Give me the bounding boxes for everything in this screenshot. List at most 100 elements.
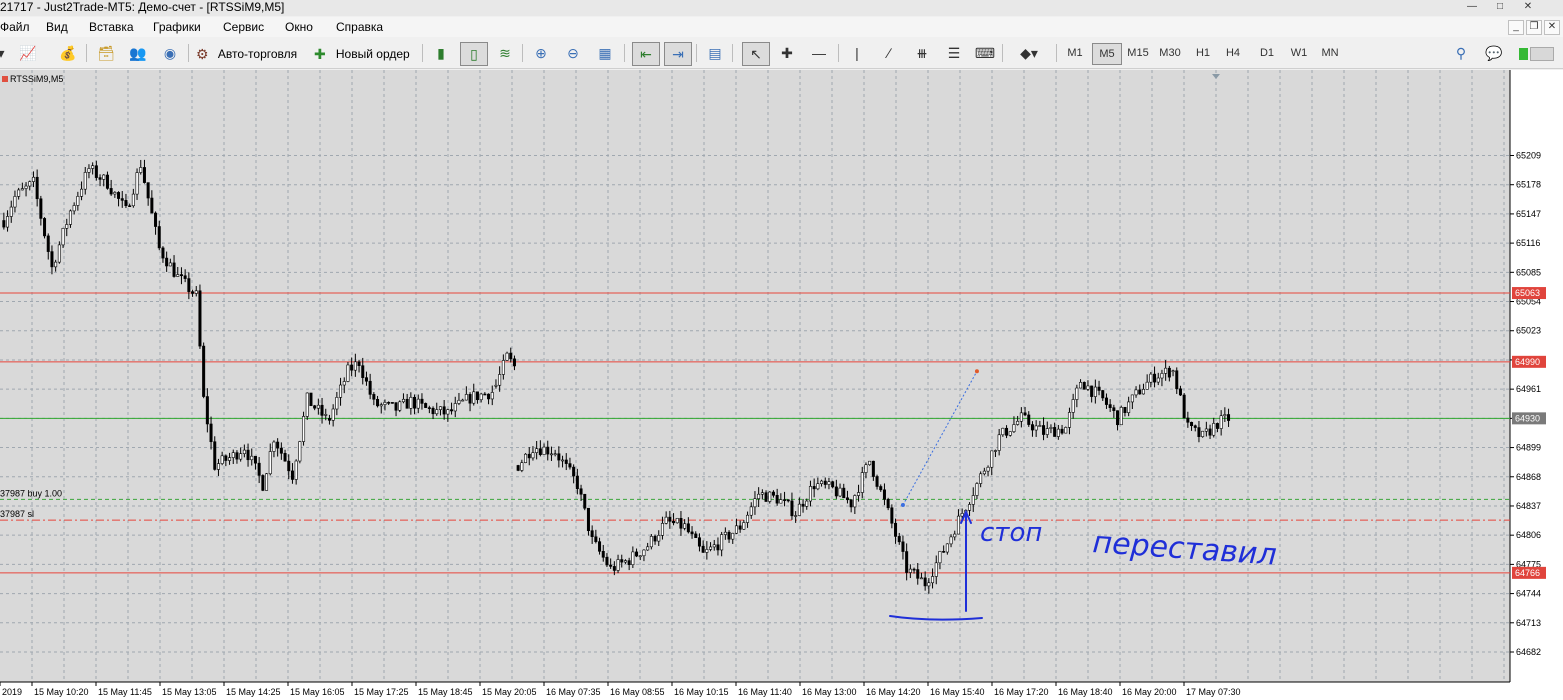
mdi-close-icon[interactable]: ✕: [1544, 20, 1560, 35]
candle-body: [165, 257, 169, 267]
time-tick-label: 15 May 18:45: [418, 687, 473, 697]
candle-body: [575, 475, 579, 490]
autotrade-button[interactable]: ⚙ Авто-торговля: [196, 42, 306, 64]
chart-area[interactable]: [0, 70, 1510, 682]
horizontal-line-icon[interactable]: —: [808, 42, 830, 64]
data-window-icon[interactable]: 🗃: [94, 42, 118, 64]
candle-body: [213, 441, 217, 470]
shapes-dropdown-icon[interactable]: ◆▾: [1010, 42, 1048, 64]
candle-body: [179, 274, 183, 277]
timeframe-m15[interactable]: M15: [1126, 43, 1150, 63]
candle-body: [50, 251, 54, 268]
close-icon[interactable]: ✕: [1521, 1, 1535, 13]
order-line-label: 37987 buy 1.00: [0, 488, 62, 498]
trendline-icon[interactable]: ∕: [878, 42, 900, 64]
channel-icon[interactable]: ⧻: [910, 42, 934, 64]
timeframe-m5[interactable]: M5: [1092, 43, 1122, 65]
candle-body: [168, 262, 172, 267]
menu-window[interactable]: Окно: [285, 19, 313, 35]
candle-body: [1112, 407, 1116, 411]
candle-body: [94, 165, 98, 178]
candlestick-chart-icon[interactable]: ▯: [460, 42, 488, 66]
toolbar-separator: [696, 44, 697, 62]
mdi-minimize-icon[interactable]: _: [1508, 20, 1524, 35]
candle-body: [394, 402, 398, 411]
new-order-button[interactable]: ✚ Новый ордер: [314, 42, 416, 64]
candle-body: [1042, 425, 1046, 435]
zoom-out-icon[interactable]: ⊖: [562, 42, 584, 64]
mdi-restore-icon[interactable]: ❐: [1526, 20, 1542, 35]
candle-body: [649, 536, 653, 548]
timeframe-m1[interactable]: M1: [1064, 43, 1086, 63]
candle-body: [209, 423, 213, 443]
menu-view[interactable]: Вид: [46, 19, 68, 35]
candle-body: [1008, 431, 1012, 436]
chat-icon[interactable]: 💬: [1482, 42, 1506, 64]
maximize-icon[interactable]: □: [1493, 1, 1507, 13]
crosshair-icon[interactable]: ✚: [776, 42, 798, 64]
price-tick-label: 64682: [1516, 647, 1541, 657]
candle-body: [1212, 423, 1216, 436]
candle-body: [1067, 412, 1071, 428]
candle-body: [142, 167, 146, 183]
candle-body: [598, 541, 602, 552]
timeframe-h1[interactable]: H1: [1192, 43, 1214, 63]
candle-body: [1101, 390, 1105, 399]
market-watch-icon[interactable]: 💰: [56, 42, 80, 64]
candle-body: [68, 210, 72, 225]
price-tick-label: 65178: [1516, 180, 1541, 190]
menu-tools[interactable]: Сервис: [223, 19, 264, 35]
timeframe-h4[interactable]: H4: [1222, 43, 1244, 63]
candle-body: [1086, 385, 1090, 390]
fibonacci-icon[interactable]: ☰: [942, 42, 966, 64]
menu-charts[interactable]: Графики: [153, 19, 201, 35]
vertical-line-icon[interactable]: |: [846, 42, 868, 64]
candle-body: [483, 393, 487, 396]
candle-body: [853, 495, 857, 508]
timeframe-mn[interactable]: MN: [1318, 43, 1342, 63]
candle-body: [350, 364, 354, 371]
candle-body: [542, 446, 546, 455]
candle-body: [897, 536, 901, 543]
tile-windows-icon[interactable]: ▦: [594, 42, 616, 64]
dropdown-arrow-icon[interactable]: ▾: [0, 42, 8, 64]
candle-body: [135, 172, 139, 195]
indicators-icon[interactable]: ▤: [704, 42, 726, 64]
price-badge-label: 64990: [1515, 357, 1540, 367]
auto-scroll-icon[interactable]: ⇤: [632, 42, 660, 66]
zoom-in-icon[interactable]: ⊕: [530, 42, 552, 64]
menu-help[interactable]: Справка: [336, 19, 383, 35]
timeframe-d1[interactable]: D1: [1256, 43, 1278, 63]
timeframe-w1[interactable]: W1: [1288, 43, 1310, 63]
timeframe-m30[interactable]: M30: [1158, 43, 1182, 63]
candle-body: [531, 452, 535, 459]
candle-body: [313, 405, 317, 409]
signals-icon[interactable]: ◉: [158, 42, 182, 64]
price-tick-label: 64713: [1516, 618, 1541, 628]
candle-body: [601, 551, 605, 558]
line-chart-icon[interactable]: ≋: [494, 42, 516, 64]
chart-shift-icon[interactable]: ⇥: [664, 42, 692, 66]
trade-entry-marker: [900, 503, 905, 508]
price-chart[interactable]: 37987 buy 1.0037987 sl стоп переставил 65…: [0, 70, 1563, 700]
menu-insert[interactable]: Вставка: [89, 19, 134, 35]
search-icon[interactable]: ⚲: [1450, 42, 1472, 64]
candle-body: [838, 487, 842, 497]
navigator-icon[interactable]: 👥: [126, 42, 150, 64]
candle-body: [868, 460, 872, 466]
candle-body: [154, 212, 158, 227]
menu-file[interactable]: Файл: [0, 19, 30, 35]
new-chart-icon[interactable]: 📈: [14, 42, 42, 64]
candle-body: [390, 402, 394, 404]
text-label-icon[interactable]: ⌨: [974, 42, 996, 64]
cursor-icon[interactable]: ↖: [742, 42, 770, 66]
candle-body: [986, 466, 990, 472]
candle-body: [287, 460, 291, 472]
candle-body: [87, 168, 91, 173]
minimize-icon[interactable]: —: [1465, 1, 1479, 13]
candle-body: [845, 497, 849, 501]
bar-chart-icon[interactable]: ▮: [430, 42, 452, 64]
candle-body: [731, 532, 735, 540]
candle-body: [1167, 367, 1171, 378]
candle-body: [1053, 427, 1057, 437]
